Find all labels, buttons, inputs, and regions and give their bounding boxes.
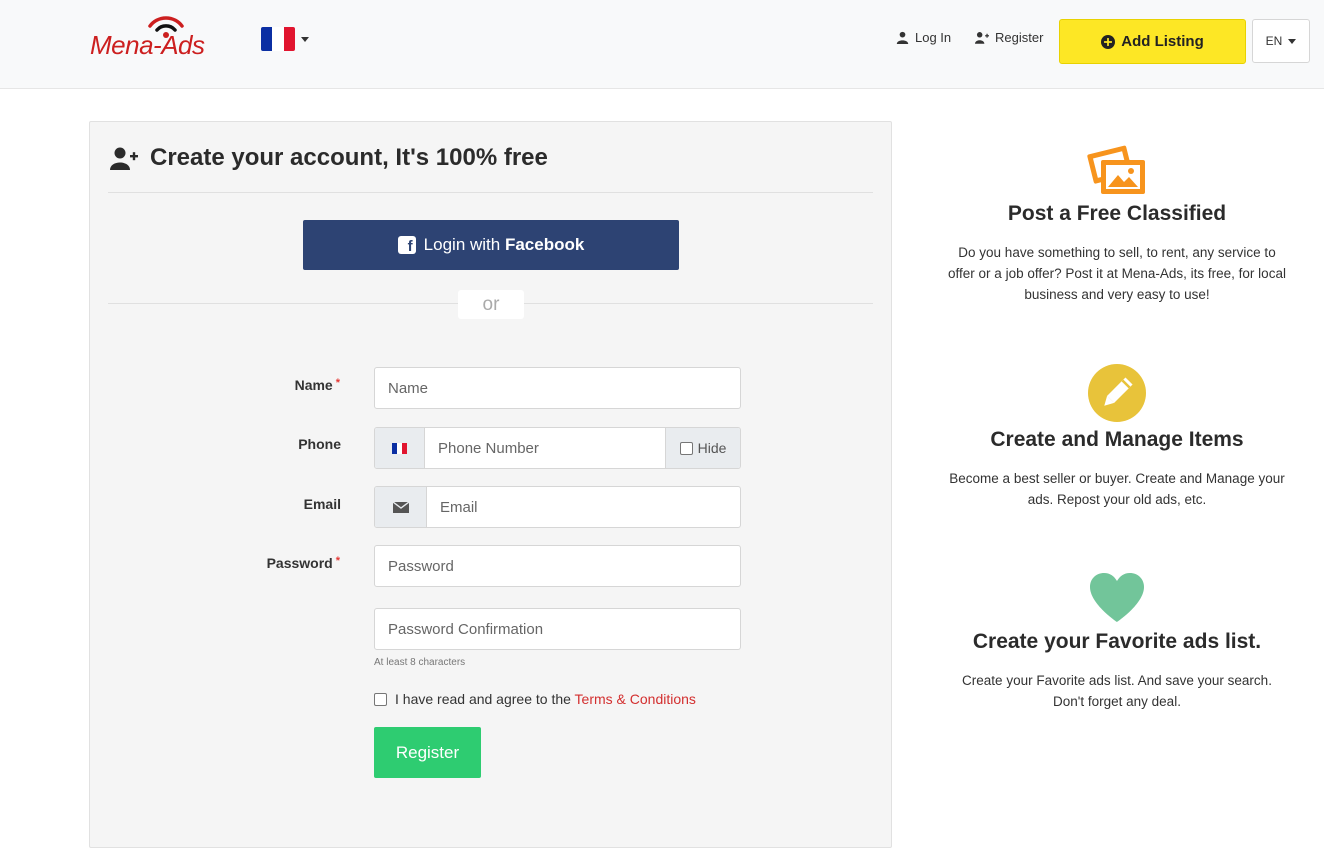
terms-link[interactable]: Terms & Conditions [575, 691, 696, 707]
user-plus-icon [975, 32, 989, 44]
plus-circle-icon [1101, 34, 1116, 49]
images-icon [1087, 145, 1145, 194]
hide-phone-checkbox[interactable] [679, 441, 693, 455]
feature-text: Do you have something to sell, to rent, … [948, 245, 1286, 302]
feature-favorites: Create your Favorite ads list. Create yo… [935, 572, 1299, 712]
password-confirm-field [374, 608, 741, 650]
country-flag-dropdown[interactable] [261, 26, 309, 52]
register-button[interactable]: Register [374, 727, 481, 778]
email-field [374, 486, 741, 528]
page-title-text: Create your account, It's 100% free [150, 144, 548, 171]
register-form-panel: Create your account, It's 100% free f Lo… [89, 121, 892, 848]
heart-icon [1090, 573, 1144, 622]
hide-label: Hide [697, 440, 727, 456]
facebook-brand: Facebook [504, 235, 585, 254]
site-header: Mena-Ads Log In Register Add Listing EN [0, 0, 1324, 89]
password-field [374, 545, 741, 587]
required-mark: * [335, 555, 340, 567]
feature-title: Create and Manage Items [990, 428, 1244, 451]
page-title: Create your account, It's 100% free [110, 144, 548, 172]
email-input[interactable] [427, 487, 740, 527]
facebook-login-prefix: Login with [423, 235, 505, 254]
language-dropdown[interactable]: EN [1252, 19, 1310, 63]
logo-text: Mena-Ads [90, 30, 205, 60]
register-link[interactable]: Register [975, 30, 1043, 45]
facebook-login-label: Login with Facebook [424, 235, 585, 255]
login-link[interactable]: Log In [896, 30, 951, 45]
divider [108, 192, 873, 193]
phone-input[interactable] [425, 428, 665, 468]
hide-phone-toggle[interactable]: Hide [665, 428, 740, 468]
france-flag-icon [391, 442, 408, 454]
terms-text-wrapper: I have read and agree to the Terms & Con… [395, 691, 696, 707]
required-mark: * [335, 377, 340, 389]
envelope-icon [392, 501, 409, 513]
add-listing-label: Add Listing [1121, 33, 1204, 50]
email-label: Email [303, 496, 341, 512]
register-label: Register [995, 30, 1044, 45]
password-confirm-input[interactable] [375, 609, 740, 649]
feature-text: Become a best seller or buyer. Create an… [949, 471, 1285, 507]
user-plus-icon [110, 147, 138, 170]
feature-title: Create your Favorite ads list. [972, 630, 1262, 653]
password-label-text: Password [266, 555, 333, 571]
user-icon [896, 31, 909, 44]
facebook-login-button[interactable]: f Login with Facebook [303, 220, 679, 270]
name-label-text: Name [294, 377, 333, 393]
password-input[interactable] [375, 546, 740, 586]
login-label: Log In [915, 30, 952, 45]
feature-title: Post a Free Classified [1007, 202, 1227, 225]
or-separator: or [458, 290, 524, 319]
name-input[interactable] [375, 368, 740, 408]
pencil-icon [1088, 364, 1146, 422]
facebook-icon: f [397, 236, 416, 254]
feature-manage-items: Create and Manage Items Become a best se… [935, 364, 1299, 510]
terms-text: I have read and agree to the [395, 691, 575, 707]
add-listing-button[interactable]: Add Listing [1059, 19, 1246, 64]
phone-country-selector[interactable] [375, 428, 425, 468]
feature-post-free: Post a Free Classified Do you have somet… [935, 138, 1299, 305]
feature-text: Create your Favorite ads list. And save … [962, 673, 1272, 709]
site-logo[interactable]: Mena-Ads [90, 14, 230, 64]
terms-agreement: I have read and agree to the Terms & Con… [374, 691, 696, 707]
name-field [374, 367, 741, 409]
email-addon [375, 487, 427, 527]
password-hint: At least 8 characters [374, 657, 466, 668]
terms-checkbox[interactable] [374, 692, 387, 706]
password-label: Password * [190, 555, 340, 571]
france-flag-icon [261, 27, 295, 51]
language-label: EN [1265, 34, 1283, 48]
name-label: Name * [190, 377, 340, 393]
caret-down-icon [1288, 38, 1297, 44]
phone-field: Hide [374, 427, 741, 469]
caret-down-icon [301, 36, 309, 42]
phone-label: Phone [298, 436, 341, 452]
